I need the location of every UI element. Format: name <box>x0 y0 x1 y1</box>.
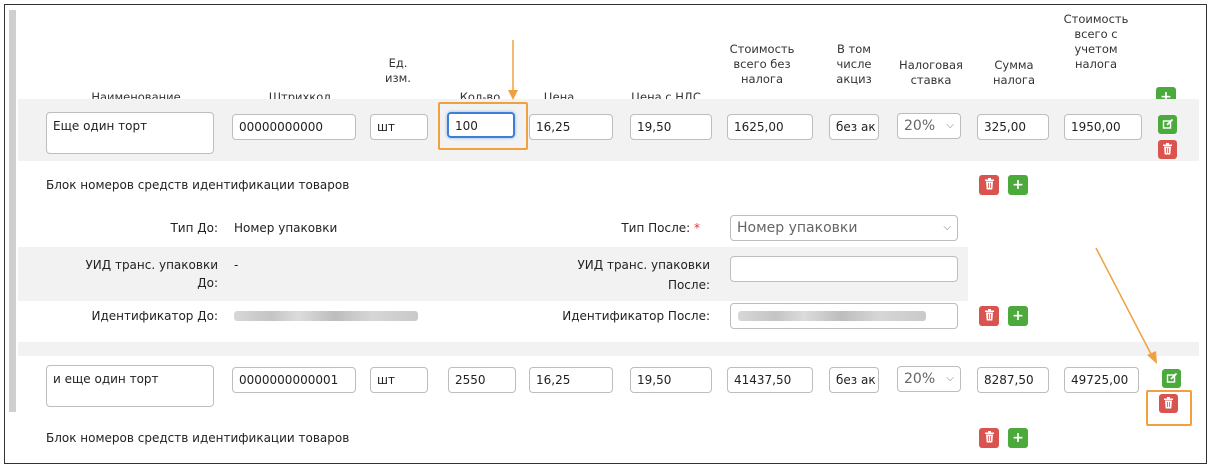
annotation-arrows <box>508 40 1157 364</box>
qty-arrow-head <box>508 90 518 100</box>
delete-arrow-head <box>1147 351 1157 364</box>
delete-arrow-line <box>1095 247 1153 357</box>
